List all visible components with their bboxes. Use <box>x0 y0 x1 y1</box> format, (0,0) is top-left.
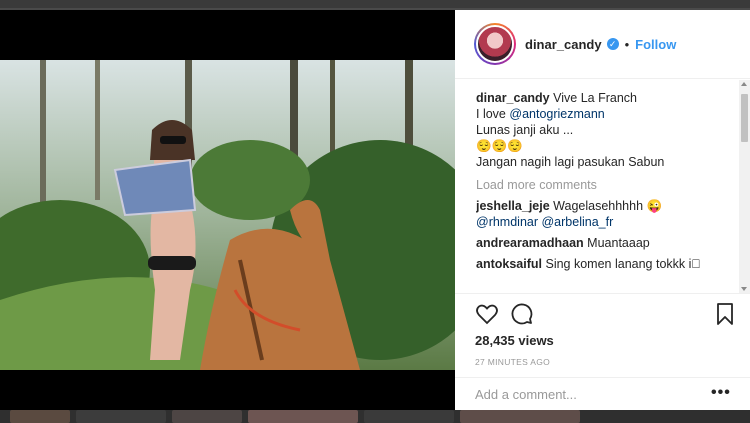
list-item: antoksaiful Sing komen lanang tokkk i🏻 <box>476 256 738 272</box>
add-comment-input[interactable] <box>475 387 675 402</box>
more-options-icon[interactable]: ••• <box>711 384 731 402</box>
caption-line2-prefix: I love <box>476 107 506 121</box>
scroll-up-arrow-icon[interactable] <box>741 82 747 86</box>
bookmark-icon[interactable] <box>713 302 739 328</box>
avatar[interactable] <box>474 23 516 65</box>
feed-thumbnail[interactable] <box>460 410 580 423</box>
media-pane <box>0 10 455 410</box>
comment-text: Muantaaap <box>587 236 650 250</box>
scroll-thumb[interactable] <box>741 94 748 142</box>
verified-badge-icon: ✓ <box>606 38 619 50</box>
feed-thumbnail[interactable] <box>76 410 166 423</box>
heart-icon[interactable] <box>475 302 501 328</box>
feed-thumbnail[interactable] <box>248 410 358 423</box>
comment-username[interactable]: andrearamadhaan <box>476 236 584 250</box>
comment-username[interactable]: antoksaiful <box>476 257 542 271</box>
view-count[interactable]: 28,435 views <box>475 333 554 348</box>
post-timestamp[interactable]: 27 MINUTES AGO <box>475 357 550 367</box>
caption-line3: Lunas janji aku ... <box>476 123 574 137</box>
feed-thumbnail[interactable] <box>172 410 242 423</box>
feed-thumbnail[interactable] <box>10 410 70 423</box>
feed-thumbnail[interactable] <box>364 410 454 423</box>
header-separator: • <box>624 36 630 52</box>
post-username[interactable]: dinar_candy <box>525 37 602 52</box>
caption: dinar_candy Vive La Franch <box>476 90 738 106</box>
list-item: jeshella_jeje Wagelasehhhhh 😜 @rhmdinar … <box>476 198 738 230</box>
scroll-down-arrow-icon[interactable] <box>741 287 747 291</box>
comments-list: dinar_candy Vive La Franch I love @antog… <box>476 90 738 290</box>
comment-username[interactable]: jeshella_jeje <box>476 199 550 213</box>
follow-button[interactable]: Follow <box>635 37 676 52</box>
caption-line2: I love @antogriezmann <box>476 106 738 122</box>
caption-line5: Jangan nagih lagi pasukan Sabun <box>476 155 665 169</box>
comment-mentions[interactable]: @rhmdinar @arbelina_fr <box>476 215 613 229</box>
caption-username[interactable]: dinar_candy <box>476 91 550 105</box>
video-frame-illustration <box>0 60 455 370</box>
feed-thumbnails-strip <box>0 410 750 423</box>
action-icons-row <box>475 302 735 328</box>
comment-icon[interactable] <box>510 302 536 328</box>
caption-mention[interactable]: @antogriezmann <box>509 107 604 121</box>
caption-line1: Vive La Franch <box>553 91 637 105</box>
comment-text: Sing komen lanang tokkk i🏻 <box>545 257 701 271</box>
load-more-comments-link[interactable]: Load more comments <box>476 177 738 193</box>
post-actions: 28,435 views 27 MINUTES AGO ••• <box>455 293 750 410</box>
post-sidebar: dinar_candy ✓ • Follow dinar_candy Vive … <box>455 10 750 410</box>
post-video[interactable] <box>0 60 455 370</box>
browser-top-bar <box>0 0 750 8</box>
caption-line4: 😌😌😌 <box>476 139 523 153</box>
list-item: andrearamadhaan Muantaaap <box>476 235 738 251</box>
comment-text: Wagelasehhhhh 😜 <box>553 199 663 213</box>
comments-scrollbar[interactable] <box>739 80 750 294</box>
post-header: dinar_candy ✓ • Follow <box>455 10 750 79</box>
comment-composer: ••• <box>455 377 750 411</box>
